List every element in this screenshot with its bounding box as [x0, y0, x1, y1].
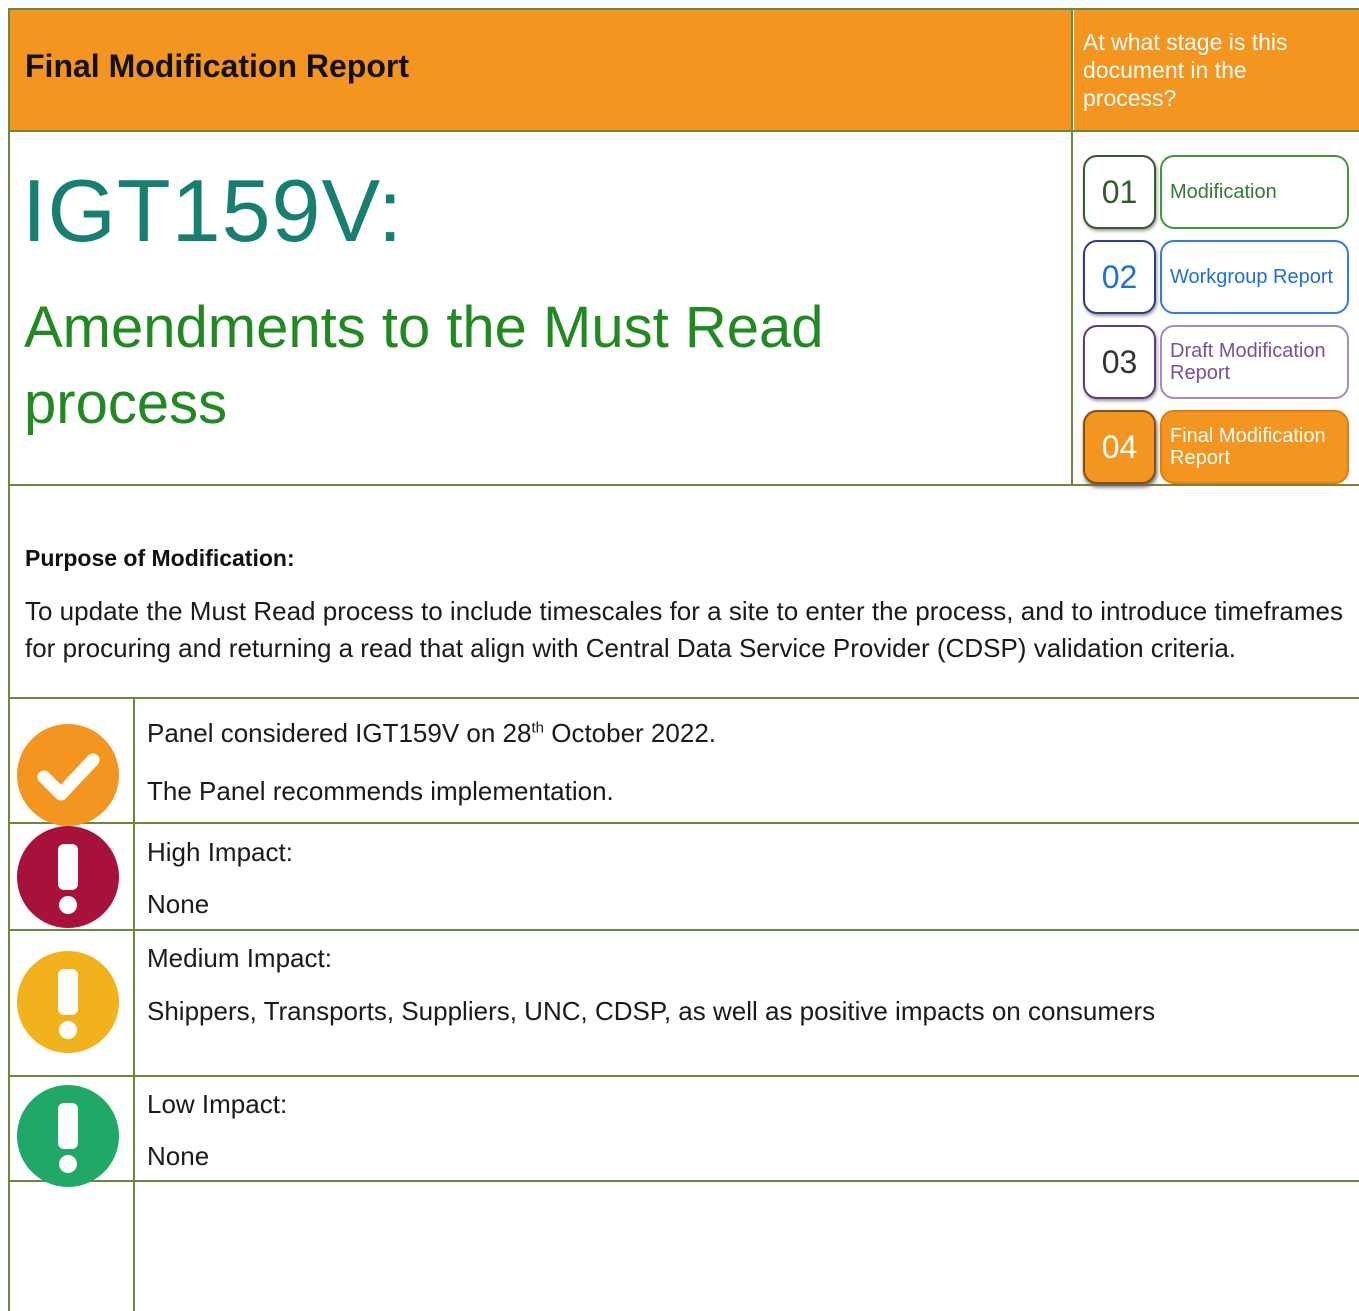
- stage-label-01: Modification: [1160, 155, 1349, 229]
- panel-bottom-rule: [10, 822, 1359, 824]
- panel-consideration: Panel considered IGT159V on 28th October…: [147, 718, 716, 748]
- modification-code: IGT159V:: [22, 161, 404, 260]
- header-bar: Final Modification Report: [10, 10, 1072, 130]
- header-bottom-rule: [10, 130, 1359, 132]
- header-divider: [1071, 10, 1073, 485]
- high-bottom-rule: [10, 929, 1359, 931]
- high-impact-title: High Impact:: [147, 837, 293, 867]
- stage-label-04: Final Modification Report: [1160, 410, 1349, 484]
- panel-recommendation: The Panel recommends implementation.: [147, 776, 614, 806]
- report-type-title: Final Modification Report: [25, 48, 409, 84]
- high-impact-text: None: [147, 889, 210, 919]
- high-impact-exclamation-icon: [17, 826, 119, 928]
- purpose-title: Purpose of Modification:: [25, 545, 295, 571]
- purpose-bottom-rule: [10, 697, 1359, 699]
- medium-impact-title: Medium Impact:: [147, 943, 332, 973]
- stage-question: At what stage is this document in the pr…: [1083, 29, 1288, 111]
- stage-label-02: Workgroup Report: [1160, 240, 1349, 314]
- low-impact-text: None: [147, 1141, 210, 1171]
- modification-name: Amendments to the Must Read process: [24, 295, 824, 436]
- stage-label-03: Draft Modification Report: [1160, 325, 1349, 399]
- medium-impact-exclamation-icon: [17, 951, 119, 1053]
- low-impact-exclamation-icon: [17, 1085, 119, 1187]
- stage-number-02: 02: [1083, 240, 1156, 314]
- low-bottom-rule: [10, 1180, 1359, 1182]
- icon-column-divider: [133, 697, 135, 1311]
- stage-number-03: 03: [1083, 325, 1156, 399]
- medium-bottom-rule: [10, 1075, 1359, 1077]
- purpose-text: To update the Must Read process to inclu…: [25, 596, 1344, 663]
- checkmark-icon: [17, 724, 119, 826]
- medium-impact-text: Shippers, Transports, Suppliers, UNC, CD…: [147, 996, 1156, 1026]
- low-impact-title: Low Impact:: [147, 1089, 288, 1119]
- stage-number-04: 04: [1083, 410, 1156, 484]
- title-bottom-rule: [10, 484, 1359, 486]
- stage-number-01: 01: [1083, 155, 1156, 229]
